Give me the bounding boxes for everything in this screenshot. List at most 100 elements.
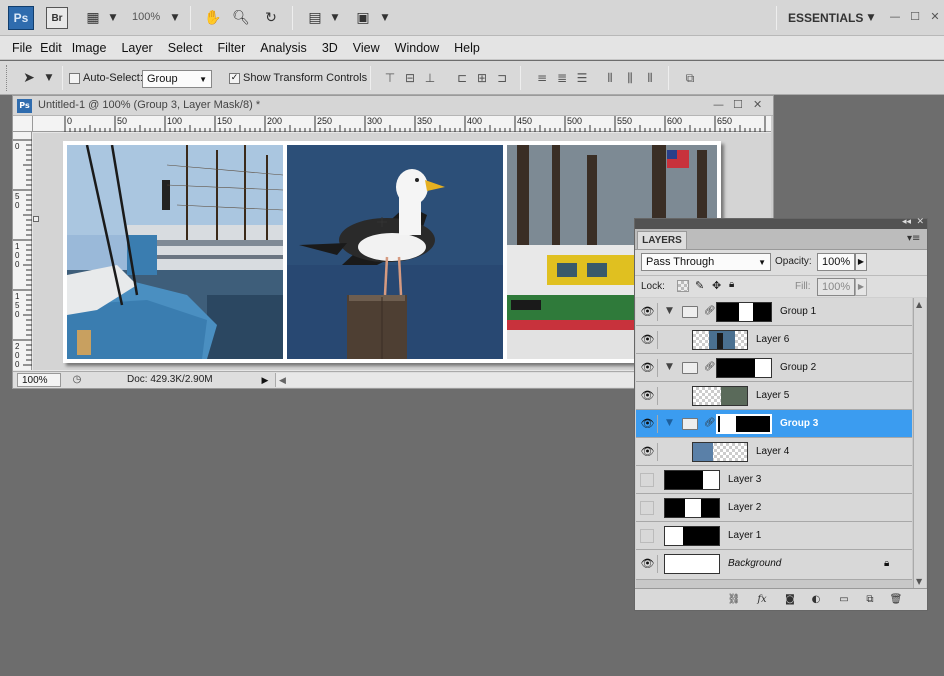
- zoom-level[interactable]: 100%: [132, 11, 160, 23]
- visibility-eye-icon[interactable]: 👁︎: [638, 359, 658, 377]
- close-icon[interactable]: ✕: [928, 10, 942, 24]
- close-icon[interactable]: ✕: [916, 217, 924, 227]
- visibility-eye-icon[interactable]: 👁︎: [638, 303, 658, 321]
- align-left-icon[interactable]: ⊏: [454, 70, 470, 86]
- screen-mode-icon[interactable]: ▣: [352, 7, 374, 29]
- chevron-down-icon[interactable]: ▼: [860, 7, 882, 29]
- lock-all-icon[interactable]: 🔒︎: [729, 279, 734, 290]
- layer-thumbnail[interactable]: [664, 470, 720, 490]
- layer-mask-thumbnail[interactable]: [716, 302, 772, 322]
- chevron-down-icon[interactable]: ▼: [164, 7, 186, 29]
- scroll-up-icon[interactable]: ▲: [916, 300, 922, 309]
- canvas-resize-handle[interactable]: [33, 216, 39, 222]
- expand-triangle-icon[interactable]: ▼: [666, 362, 673, 372]
- expand-triangle-icon[interactable]: ▼: [666, 418, 673, 428]
- layer-row-layer-1[interactable]: Layer 1: [636, 522, 912, 550]
- align-vcenter-icon[interactable]: ⊟: [402, 70, 418, 86]
- close-icon[interactable]: ✕: [753, 98, 762, 111]
- menu-layer[interactable]: Layer: [121, 41, 167, 55]
- collapse-panel-icon[interactable]: ◂◂: [902, 217, 911, 227]
- distribute-top-icon[interactable]: ≡: [534, 70, 550, 86]
- status-menu-arrow-icon[interactable]: ▶: [259, 373, 271, 387]
- distribute-bottom-icon[interactable]: ☰: [574, 70, 590, 86]
- opacity-field[interactable]: 100%: [817, 253, 855, 271]
- layer-mask-thumbnail[interactable]: [716, 358, 772, 378]
- visibility-eye-icon[interactable]: 👁︎: [638, 387, 658, 405]
- layer-thumbnail[interactable]: [692, 386, 748, 406]
- panel-menu-icon[interactable]: ▾≡: [907, 233, 920, 244]
- menu-select[interactable]: Select: [168, 41, 218, 55]
- delete-layer-icon[interactable]: 🗑︎: [889, 593, 903, 607]
- lock-position-icon[interactable]: ✥: [712, 279, 721, 292]
- menu-edit[interactable]: Edit: [40, 41, 72, 55]
- menu-file[interactable]: File: [12, 41, 40, 55]
- layer-row-group-2[interactable]: 👁︎ ▼ 🔗︎ Group 2: [636, 354, 912, 382]
- visibility-toggle-empty[interactable]: [640, 473, 654, 487]
- layer-thumbnail[interactable]: [692, 330, 748, 350]
- layer-thumbnail[interactable]: [664, 526, 720, 546]
- menu-help[interactable]: Help: [454, 41, 488, 55]
- menu-analysis[interactable]: Analysis: [260, 41, 322, 55]
- layer-thumbnail[interactable]: [664, 554, 720, 574]
- add-mask-icon[interactable]: ◙: [783, 593, 797, 607]
- view-extras-icon[interactable]: ▦: [82, 7, 104, 29]
- status-zoom-field[interactable]: 100%: [17, 373, 61, 387]
- lock-transparency-icon[interactable]: [677, 280, 689, 292]
- layer-row-background[interactable]: 👁︎ Background 🔒︎: [636, 550, 912, 580]
- chevron-down-icon[interactable]: ▼: [324, 7, 346, 29]
- minimize-icon[interactable]: —: [713, 98, 724, 111]
- layer-row-group-1[interactable]: 👁︎ ▼ 🔗︎ Group 1: [636, 298, 912, 326]
- hand-tool-icon[interactable]: ✋: [202, 7, 224, 29]
- auto-select-checkbox[interactable]: [69, 73, 80, 84]
- workspace-switcher[interactable]: ESSENTIALS: [788, 11, 863, 25]
- align-right-icon[interactable]: ⊐: [494, 70, 510, 86]
- distribute-vcenter-icon[interactable]: ≣: [554, 70, 570, 86]
- layer-mask-thumbnail[interactable]: [716, 414, 772, 434]
- panel-header-bar[interactable]: ◂◂ ✕: [635, 217, 927, 229]
- rotate-view-icon[interactable]: ↻: [260, 7, 282, 29]
- menu-3d[interactable]: 3D: [322, 41, 353, 55]
- chevron-down-icon[interactable]: ▼: [374, 7, 396, 29]
- fill-slider-arrow-icon[interactable]: ▶: [855, 278, 867, 296]
- layer-style-icon[interactable]: fx: [755, 593, 769, 607]
- align-bottom-icon[interactable]: ⊥: [422, 70, 438, 86]
- menu-filter[interactable]: Filter: [217, 41, 260, 55]
- layer-thumbnail[interactable]: [664, 498, 720, 518]
- menu-window[interactable]: Window: [395, 41, 454, 55]
- menu-image[interactable]: Image: [72, 41, 122, 55]
- transform-controls-checkbox[interactable]: ✓: [229, 73, 240, 84]
- visibility-toggle-empty[interactable]: [640, 501, 654, 515]
- maximize-icon[interactable]: ☐: [733, 98, 743, 111]
- tab-layers[interactable]: LAYERS: [637, 231, 687, 249]
- lock-pixels-icon[interactable]: ✎: [695, 279, 704, 292]
- visibility-eye-icon[interactable]: 👁︎: [638, 443, 658, 461]
- horizontal-ruler[interactable]: 0 50 100 150 200 250 300 350 400 450 500 550 600 650: [33, 116, 771, 132]
- document-title-bar[interactable]: Ps Untitled-1 @ 100% (Group 3, Layer Mas…: [13, 96, 773, 116]
- link-layers-icon[interactable]: ⛓︎: [727, 593, 741, 607]
- image-canvas[interactable]: [63, 141, 721, 363]
- opacity-slider-arrow-icon[interactable]: ▶: [855, 253, 867, 271]
- adjustment-layer-icon[interactable]: ◐: [809, 593, 823, 607]
- bridge-button[interactable]: Br: [46, 7, 68, 29]
- scroll-left-icon[interactable]: ◀: [279, 373, 286, 387]
- auto-select-dropdown[interactable]: Group ▼: [142, 70, 212, 88]
- layer-row-layer-3[interactable]: Layer 3: [636, 466, 912, 494]
- vertical-ruler[interactable]: 0 5 0 1 0 0 1 5 0 2 0 0: [13, 132, 32, 370]
- layer-thumbnail[interactable]: [692, 442, 748, 462]
- maximize-icon[interactable]: ☐: [908, 10, 922, 24]
- visibility-eye-icon[interactable]: 👁︎: [638, 555, 658, 573]
- layer-row-layer-2[interactable]: Layer 2: [636, 494, 912, 522]
- distribute-left-icon[interactable]: ⫴: [602, 70, 618, 86]
- scroll-down-icon[interactable]: ▼: [916, 577, 922, 586]
- layer-row-layer-5[interactable]: 👁︎ Layer 5: [636, 382, 912, 410]
- expand-triangle-icon[interactable]: ▼: [666, 306, 673, 316]
- layer-row-layer-6[interactable]: 👁︎ Layer 6: [636, 326, 912, 354]
- visibility-eye-icon[interactable]: 👁︎: [638, 415, 658, 433]
- ruler-origin[interactable]: [13, 116, 33, 132]
- chevron-down-icon[interactable]: ▼: [38, 67, 60, 89]
- status-info-icon[interactable]: ◷: [69, 373, 85, 387]
- fill-field[interactable]: 100%: [817, 278, 855, 296]
- auto-align-layers-icon[interactable]: ⧉: [682, 70, 698, 86]
- blend-mode-dropdown[interactable]: Pass Through ▼: [641, 253, 771, 271]
- new-layer-icon[interactable]: ⧉: [863, 593, 877, 607]
